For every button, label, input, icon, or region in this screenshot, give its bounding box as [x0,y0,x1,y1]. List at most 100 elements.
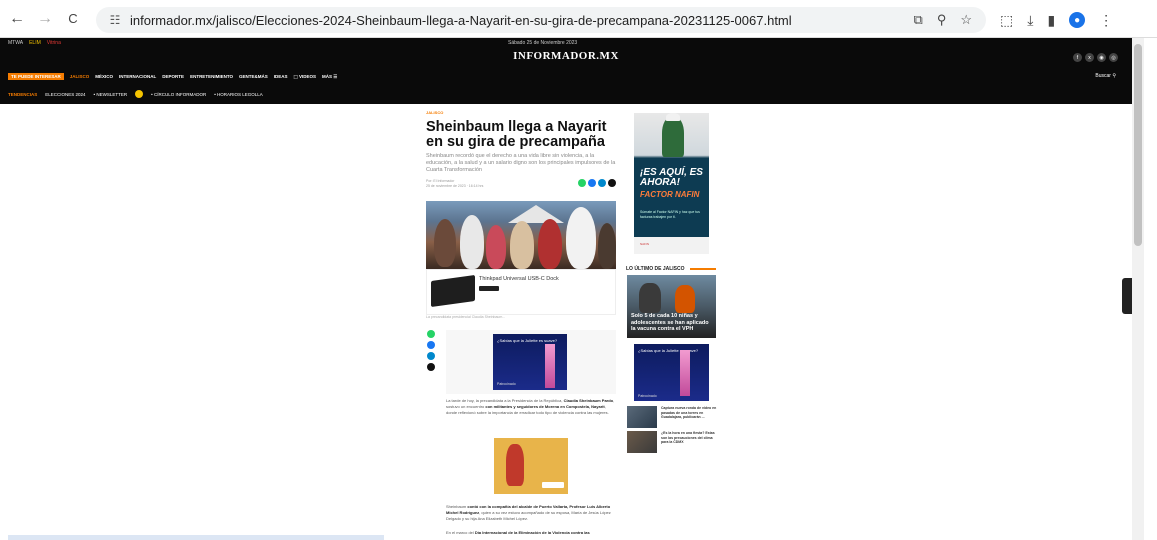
text: La tarde de hoy, la precandidata a la Pr… [446,398,564,403]
inline-ad[interactable]: ¿Sabías que la Juliette es suave? Patroc… [446,330,616,394]
nav-item[interactable]: IDEAS [274,74,288,79]
ad-title[interactable]: Thinkpad Universal USB-C Dock [479,276,559,282]
ad-creative[interactable]: ¿Sabías que la Juliette es suave? Patroc… [493,334,567,390]
search-button[interactable]: Buscar ⚲ [1095,73,1116,79]
article: JALISCO Sheinbaum llega a Nayarit en su … [426,110,618,319]
menu-icon[interactable]: ⋮ [1099,12,1113,29]
top-link[interactable]: ELIM [29,40,41,46]
cast-icon[interactable]: ⧉ [914,12,923,28]
tent-shape [508,205,564,223]
article-paragraph: La tarde de hoy, la precandidata a la Pr… [446,398,616,416]
video-ad[interactable] [494,438,568,494]
ad-logos: NAFIN [640,242,649,246]
latest-section-title: LO ÚLTIMO DE JALISCO [626,266,685,272]
status-bar [8,535,384,540]
top-link[interactable]: MTWA [8,40,23,46]
tower-shape [680,350,690,396]
download-icon[interactable]: ⤓ [1027,12,1033,29]
trending-nav: TENDENCIAS ELECCIONES 2024 • NEWSLETTER … [8,90,263,98]
hero-image [426,201,616,269]
feedback-tab[interactable] [1122,278,1132,314]
trending-item[interactable]: • HORARIOS LEGOLLA [214,92,263,97]
ad-cta-button[interactable] [542,482,564,488]
header-date: Sábado 25 de Noviembre 2023 [508,40,578,46]
article-summary: Sheinbaum recordó que el derecho a una v… [426,153,616,173]
author: Por: El Informador [426,179,455,183]
reload-icon[interactable]: C [62,8,84,30]
facebook-icon[interactable]: f [1073,53,1082,62]
news-title[interactable]: Captura nueva ronda de video en pasadas … [661,406,717,420]
top-link[interactable]: Vitrina [47,40,61,46]
dock-image [431,274,475,308]
site-logo[interactable]: INFORMADOR.MX [0,50,1132,62]
nav-pill[interactable]: TE PUEDE INTERESAR [8,73,64,80]
person-shape [598,223,616,269]
whatsapp-icon[interactable] [427,330,435,338]
trending-item[interactable]: ELECCIONES 2024 [45,92,85,97]
nav-item[interactable]: GENTE&MÁS [239,74,268,79]
facebook-icon[interactable] [427,341,435,349]
address-bar[interactable]: ☷ informador.mx/jalisco/Elecciones-2024-… [96,7,986,33]
url-text[interactable]: informador.mx/jalisco/Elecciones-2024-Sh… [130,13,792,28]
nav-item[interactable]: ENTRETENIMIENTO [190,74,233,79]
social-links: f x ◉ ◎ [1073,53,1118,62]
profile-avatar-icon[interactable]: ● [1069,12,1086,28]
person-shape [510,221,534,269]
page-scrollbar[interactable] [1132,38,1144,540]
ad-cta-button[interactable] [479,286,499,291]
news-thumbnail[interactable] [627,431,657,453]
article-headline: Sheinbaum llega a Nayarit en su gira de … [426,119,607,150]
sidebar-ad[interactable]: ¿Sabías que la Juliette es suave? Patroc… [634,344,709,401]
nav-item[interactable]: DEPORTE [162,74,184,79]
nav-item-jalisco[interactable]: JALISCO [70,74,90,79]
site-info-icon[interactable]: ☷ [104,13,126,27]
featured-story-title[interactable]: Solo 5 de cada 10 niñas y adolescentes s… [631,313,713,333]
share-buttons [578,179,616,187]
back-icon[interactable]: ← [6,8,28,30]
whatsapp-icon[interactable] [578,179,586,187]
news-item[interactable]: ¿Es la hora en una fiesta? Estas son las… [627,431,717,453]
zoom-icon[interactable]: ⚲ [937,12,947,28]
ad-subhead: FACTOR NAFIN [640,190,700,199]
side-panel-icon[interactable]: ▮ [1047,12,1055,29]
instagram-icon[interactable]: ◉ [1097,53,1106,62]
person-shape [486,225,506,269]
extensions-icon[interactable]: ⬚ [1000,12,1013,29]
worker-shape [662,117,684,157]
nav-item[interactable]: MÉXICO [95,74,113,79]
ad-figure [506,444,524,486]
article-paragraph: Sheinbaum contó con la compañía del alca… [446,504,616,522]
section-tag[interactable]: JALISCO [426,110,618,115]
x-icon[interactable]: x [1085,53,1094,62]
tower-shape [545,344,555,388]
nafin-ad[interactable]: ¡ES AQUÍ, ES AHORA! FACTOR NAFIN Súmate … [634,113,709,254]
link-icon[interactable] [608,179,616,187]
trending-item[interactable]: • CÍRCULO INFORMADOR [151,92,206,97]
nav-item[interactable]: INTERNACIONAL [119,74,156,79]
nav-item-more[interactable]: MÁS ☰ [322,74,337,80]
publish-date: 25 de noviembre de 2023 · 16:14 hrs [426,184,484,188]
nav-item-videos[interactable]: ⬚ VIDEOS [294,74,317,80]
telegram-icon[interactable] [427,352,435,360]
browser-actions: ⬚ ⤓ ▮ ● ⋮ [1000,7,1113,33]
text: Sheinbaum [446,504,468,509]
forward-icon[interactable]: → [34,8,56,30]
news-title[interactable]: ¿Es la hora en una fiesta? Estas son las… [661,431,717,445]
scrollbar-thumb[interactable] [1134,44,1142,246]
facebook-icon[interactable] [588,179,596,187]
byline: Por: El Informador 25 de noviembre de 20… [426,179,618,189]
image-caption: La precandidata presidencial Claudia She… [426,315,506,319]
url-actions: ⧉ ⚲ ☆ [914,7,972,33]
trending-item[interactable]: • NEWSLETTER [94,92,128,97]
youtube-icon[interactable]: ◎ [1109,53,1118,62]
person-shape [434,219,456,267]
telegram-icon[interactable] [598,179,606,187]
dock-ad[interactable]: Thinkpad Universal USB-C Dock [426,269,616,315]
link-icon[interactable] [427,363,435,371]
ad-body: Súmate al Factor NAFIN y haz que tus fac… [640,210,700,219]
ad-footer: Patrocinado [497,382,516,386]
featured-story[interactable]: Solo 5 de cada 10 niñas y adolescentes s… [627,275,716,338]
bookmark-star-icon[interactable]: ☆ [960,12,972,28]
news-item[interactable]: Captura nueva ronda de video en pasadas … [627,406,717,428]
news-thumbnail[interactable] [627,406,657,428]
